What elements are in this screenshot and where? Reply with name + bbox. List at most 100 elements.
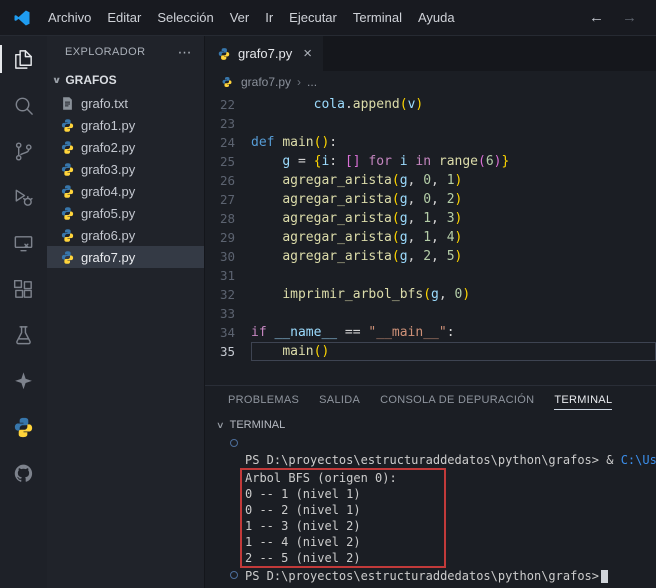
breadcrumb-more: ...: [307, 75, 317, 89]
python-file-icon: [59, 161, 75, 177]
panel-tab-bar: PROBLEMAS SALIDA CONSOLA DE DEPURACIÓN TERM…: [205, 386, 656, 414]
breadcrumb-file: grafo7.py: [241, 75, 291, 89]
vscode-logo-icon: [10, 6, 34, 30]
code-line-27: 27 agregar_arista(g, 0, 2): [205, 190, 656, 209]
menu-ir[interactable]: Ir: [257, 6, 281, 29]
code-line-text: agregar_arista(g, 1, 3): [251, 209, 656, 228]
file-item-grafo2-py[interactable]: grafo2.py: [47, 136, 204, 158]
code-line-text: if __name__ == "__main__":: [251, 323, 656, 342]
tab-label: grafo7.py: [238, 46, 292, 61]
python-icon[interactable]: [0, 404, 47, 450]
terminal-output-line: 1 -- 4 (nivel 2): [245, 534, 444, 550]
line-number: 30: [205, 247, 251, 266]
menubar: ArchivoEditarSelecciónVerIrEjecutarTermi…: [40, 6, 463, 29]
terminal-section-header[interactable]: ∨ TERMINAL: [205, 414, 656, 436]
line-number: 27: [205, 190, 251, 209]
panel-tab-salida[interactable]: SALIDA: [314, 387, 365, 413]
file-item-grafo5-py[interactable]: grafo5.py: [47, 202, 204, 224]
more-actions-icon[interactable]: ⋯: [178, 44, 192, 61]
terminal-line: [245, 436, 656, 452]
explorer-icon[interactable]: [0, 36, 47, 82]
testing-icon[interactable]: [0, 312, 47, 358]
line-number: 28: [205, 209, 251, 228]
explorer-sidebar: EXPLORADOR ⋯ ∨ GRAFOS grafo.txt grafo1.py…: [47, 36, 205, 588]
code-line-text: [251, 114, 656, 133]
activity-bar: [0, 36, 47, 588]
code-line-30: 30 agregar_arista(g, 2, 5): [205, 247, 656, 266]
code-line-text: g = {i: [] for i in range(6)}: [251, 152, 656, 171]
python-file-icon: [59, 183, 75, 199]
panel-tab-consola-de-depuración[interactable]: CONSOLA DE DEPURACIÓN: [375, 387, 539, 413]
code-line-25: 25 g = {i: [] for i in range(6)}: [205, 152, 656, 171]
file-name: grafo2.py: [81, 140, 135, 155]
close-tab-icon[interactable]: ×: [303, 45, 312, 62]
vscode-window: ArchivoEditarSelecciónVerIrEjecutarTermi…: [0, 0, 656, 588]
menu-seleccin[interactable]: Selección: [149, 6, 221, 29]
command-decoration-icon: [230, 571, 238, 579]
file-item-grafo4-py[interactable]: grafo4.py: [47, 180, 204, 202]
code-editor[interactable]: 22 cola.append(v)2324def main():25 g = {…: [205, 93, 656, 385]
line-number: 26: [205, 171, 251, 190]
nav-back-icon[interactable]: ←: [580, 7, 613, 28]
remote-explorer-icon[interactable]: [0, 220, 47, 266]
terminal-output-line: 0 -- 2 (nivel 1): [245, 502, 444, 518]
file-item-grafo6-py[interactable]: grafo6.py: [47, 224, 204, 246]
sparkle-icon[interactable]: [0, 358, 47, 404]
code-line-text: main(): [251, 342, 656, 361]
code-line-text: agregar_arista(g, 0, 1): [251, 171, 656, 190]
menu-ayuda[interactable]: Ayuda: [410, 6, 463, 29]
line-number: 25: [205, 152, 251, 171]
code-line-24: 24def main():: [205, 133, 656, 152]
menu-terminal[interactable]: Terminal: [345, 6, 410, 29]
menu-ejecutar[interactable]: Ejecutar: [281, 6, 345, 29]
line-number: 32: [205, 285, 251, 304]
python-file-icon: [59, 139, 75, 155]
menu-archivo[interactable]: Archivo: [40, 6, 99, 29]
line-number: 35: [205, 342, 251, 361]
chevron-down-icon: ∨: [216, 420, 225, 431]
terminal[interactable]: PS D:\proyectos\estructuraddedatos\pytho…: [205, 436, 656, 588]
code-line-22: 22 cola.append(v): [205, 95, 656, 114]
folder-grafos[interactable]: ∨ GRAFOS: [47, 68, 204, 92]
code-line-text: cola.append(v): [251, 95, 656, 114]
terminal-output-line: 1 -- 3 (nivel 2): [245, 518, 444, 534]
tab-grafo7[interactable]: grafo7.py ×: [205, 36, 323, 71]
python-file-icon: [59, 227, 75, 243]
file-item-grafo7-py[interactable]: grafo7.py: [47, 246, 204, 268]
code-line-text: [251, 304, 656, 323]
explorer-title: EXPLORADOR: [65, 46, 145, 58]
file-name: grafo5.py: [81, 206, 135, 221]
run-debug-icon[interactable]: [0, 174, 47, 220]
nav-forward-icon[interactable]: →: [613, 7, 646, 28]
terminal-line: PS D:\proyectos\estructuraddedatos\pytho…: [245, 568, 656, 584]
file-name: grafo.txt: [81, 96, 128, 111]
code-line-35: 35 main(): [205, 342, 656, 361]
terminal-output-line: 0 -- 1 (nivel 1): [245, 486, 444, 502]
menu-ver[interactable]: Ver: [222, 6, 258, 29]
terminal-line: PS D:\proyectos\estructuraddedatos\pytho…: [245, 452, 656, 468]
breadcrumb[interactable]: grafo7.py › ...: [205, 71, 656, 93]
file-item-grafo1-py[interactable]: grafo1.py: [47, 114, 204, 136]
panel-tab-terminal[interactable]: TERMINAL: [549, 387, 617, 413]
search-icon[interactable]: [0, 82, 47, 128]
file-name: grafo4.py: [81, 184, 135, 199]
line-number: 33: [205, 304, 251, 323]
command-decoration-icon: [230, 439, 238, 447]
python-file-icon: [216, 46, 232, 62]
line-number: 29: [205, 228, 251, 247]
line-number: 24: [205, 133, 251, 152]
code-line-28: 28 agregar_arista(g, 1, 3): [205, 209, 656, 228]
extensions-icon[interactable]: [0, 266, 47, 312]
python-file-icon: [59, 205, 75, 221]
source-control-icon[interactable]: [0, 128, 47, 174]
menu-editar[interactable]: Editar: [99, 6, 149, 29]
github-icon[interactable]: [0, 450, 47, 496]
python-file-icon: [59, 117, 75, 133]
code-line-text: agregar_arista(g, 2, 5): [251, 247, 656, 266]
file-name: grafo7.py: [81, 250, 135, 265]
code-line-text: agregar_arista(g, 0, 2): [251, 190, 656, 209]
file-item-grafo-txt[interactable]: grafo.txt: [47, 92, 204, 114]
breadcrumb-separator: ›: [297, 75, 301, 89]
panel-tab-problemas[interactable]: PROBLEMAS: [223, 387, 304, 413]
file-item-grafo3-py[interactable]: grafo3.py: [47, 158, 204, 180]
